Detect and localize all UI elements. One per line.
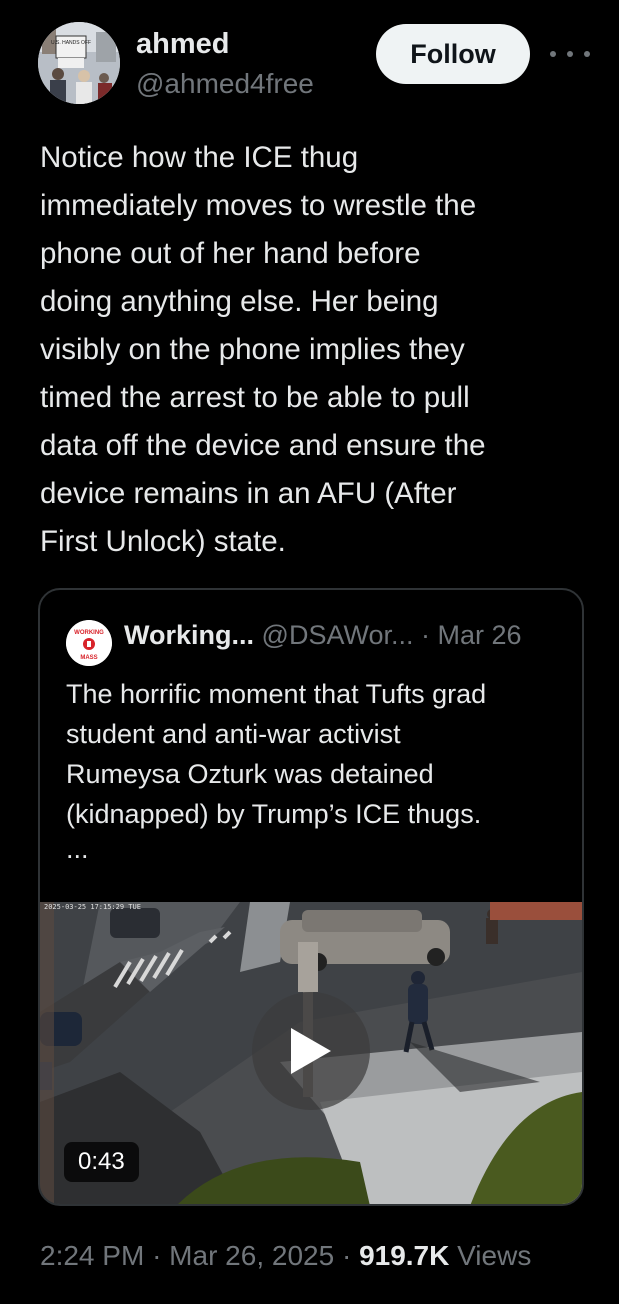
quoted-tweet[interactable]: WORKING MASS Working... @DSAWor... · Mar… [38,588,584,1206]
follow-button[interactable]: Follow [376,24,530,84]
more-dot [550,51,556,57]
video-timestamp: 2025-03-25 17:15:29 TUE [44,903,141,911]
more-dot [567,51,573,57]
quote-author-avatar[interactable]: WORKING MASS [66,620,112,666]
more-horizontal-icon[interactable] [550,44,590,64]
views-count[interactable]: 919.7K [359,1240,449,1271]
views-label: Views [457,1240,532,1271]
author-handle[interactable]: @ahmed4free [136,68,314,100]
quote-text: The horrific moment that Tufts grad stud… [66,679,487,829]
quote-author-handle[interactable]: @DSAWor... [262,620,414,650]
author-avatar[interactable]: U.S. HANDS OFF [38,22,120,104]
tweet-text: Notice how the ICE thug immediately move… [40,141,486,558]
quote-ellipsis: ... [66,834,89,864]
protest-photo-avatar: U.S. HANDS OFF [38,22,120,104]
post-time[interactable]: 2:24 PM [40,1240,144,1271]
footer-separator: · [152,1240,162,1271]
author-name[interactable]: ahmed [136,28,229,61]
more-dot [584,51,590,57]
logo-bottom-text: MASS [80,655,97,661]
quote-header: Working... @DSAWor... · Mar 26 [124,620,522,651]
logo-top-text: WORKING [74,630,104,636]
quote-separator: · [421,620,430,650]
avatar-sign-text: U.S. HANDS OFF [51,40,91,46]
tweet-header: U.S. HANDS OFF ahmed @ahmed4free Follow [38,22,619,104]
quote-author-name[interactable]: Working... [124,620,254,650]
tweet-footer: 2:24 PM · Mar 26, 2025 · 919.7K Views [40,1240,531,1272]
video-duration: 0:43 [64,1142,139,1182]
quote-date[interactable]: Mar 26 [438,620,522,650]
play-triangle [291,1028,331,1074]
working-mass-logo: WORKING MASS [66,620,112,666]
play-icon[interactable] [252,992,370,1110]
video-player[interactable]: 2025-03-25 17:15:29 TUE 0:43 [40,902,582,1204]
post-date[interactable]: Mar 26, 2025 [169,1240,334,1271]
footer-separator: · [341,1240,352,1271]
